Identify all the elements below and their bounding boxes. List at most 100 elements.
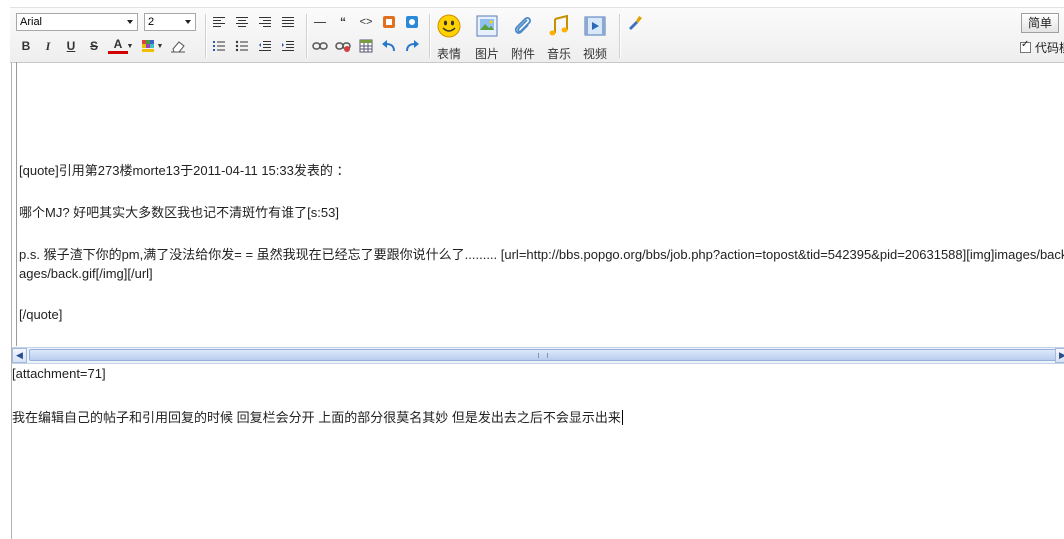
image-button[interactable]: 图片 [469,14,505,61]
image-label: 图片 [474,47,499,61]
video-button[interactable]: 视频 [577,14,613,61]
settings-button[interactable] [625,13,645,31]
align-center-button[interactable] [232,13,252,31]
editor-toolbar: Arial 2 B I U S A ▼ ▼ “ <> 表情 图片 附件 音乐 视… [10,7,1064,63]
chevron-down-icon [185,20,191,24]
link-button[interactable] [310,37,330,55]
unordered-list-button[interactable] [232,37,252,55]
bg-color-icon [142,40,154,52]
image-icon [476,15,498,37]
chevron-down-icon: ▼ [156,42,164,50]
table-icon [359,39,373,53]
sell-button[interactable] [379,13,399,31]
message-text: 我在编辑自己的帖子和引用回复的时候 回复栏会分开 上面的部分很莫名其妙 但是发出… [12,410,621,425]
simple-mode-label: 简单 [1027,16,1052,30]
code-button[interactable]: <> [356,13,376,31]
strikethrough-icon: S [89,39,98,53]
italic-button[interactable]: I [38,37,58,55]
redo-button[interactable] [402,37,422,55]
message-line[interactable]: 我在编辑自己的帖子和引用回复的时候 回复栏会分开 上面的部分很莫名其妙 但是发出… [12,407,623,426]
music-icon [549,14,568,36]
paperclip-icon [514,17,531,34]
link-icon [312,42,328,50]
scroll-right-button[interactable]: ▶ [1055,348,1064,363]
music-label: 音乐 [546,47,571,61]
italic-icon: I [45,38,51,53]
align-right-button[interactable] [255,13,275,31]
bold-icon: B [21,39,31,53]
bg-color-button[interactable] [138,37,158,55]
video-icon [584,16,606,36]
ordered-list-button[interactable] [209,37,229,55]
quote-ps-line: p.s. 猴子渣下你的pm,满了没法给你发= = 虽然我现在已经忘了要跟你说什么… [19,247,1064,262]
font-color-button[interactable]: A [108,37,128,54]
undo-icon [382,40,395,52]
strikethrough-button[interactable]: S [84,37,104,55]
font-size-value: 2 [148,16,155,28]
quote-icon: “ [340,15,346,29]
font-size-select[interactable]: 2 [144,13,196,31]
table-button[interactable] [356,37,376,55]
bold-button[interactable]: B [16,37,36,55]
chevron-left-icon: ◀ [16,350,23,360]
bg-color-dropdown[interactable]: ▼ [156,37,164,55]
unlink-icon [335,42,351,52]
quote-text-line: 哪个MJ? 好吧其实大多数区我也记不清斑竹有谁了[s:53] [19,205,339,220]
hide-button[interactable] [402,13,422,31]
music-button[interactable]: 音乐 [541,14,577,61]
underline-icon: U [66,39,76,53]
eraser-icon [171,41,185,53]
eraser-button[interactable] [168,37,188,55]
outdent-icon [259,41,271,51]
toolbar-separator [306,14,308,58]
scroll-grip-icon [538,353,548,358]
unlink-button[interactable] [333,37,353,55]
paint-brush-icon [629,16,642,30]
horizontal-scrollbar[interactable]: ◀ ▶ [12,347,1064,364]
scroll-left-button[interactable]: ◀ [12,348,27,363]
hide-icon [406,16,418,28]
quote-ps-wrapped: ages/back.gif[/img][/url] [19,266,153,281]
quote-open-line: [quote]引用第273楼morte13于2011-04-11 15:33发表… [19,163,350,178]
redo-icon [406,40,419,52]
horizontal-rule-button[interactable] [310,13,330,31]
code-mode-label: 代码模式 [1035,41,1064,55]
toolbar-separator [619,14,621,58]
code-mode-checkbox[interactable]: 代码模式 [1020,39,1064,56]
align-right-icon [259,17,271,27]
quote-button[interactable]: “ [333,13,353,31]
quote-close-line: [/quote] [19,307,63,322]
font-color-icon: A [113,37,123,51]
font-color-dropdown[interactable]: ▼ [126,37,134,55]
code-icon: <> [359,16,373,28]
outdent-button[interactable] [255,37,275,55]
toolbar-separator [205,14,207,58]
indent-icon [282,41,294,51]
emoticon-button[interactable]: 表情 [431,14,467,61]
video-label: 视频 [582,47,607,61]
chevron-down-icon: ▼ [126,42,134,50]
chevron-down-icon [127,20,133,24]
align-justify-icon [282,17,294,27]
undo-button[interactable] [379,37,399,55]
align-left-button[interactable] [209,13,229,31]
align-left-icon [213,17,225,27]
attach-button[interactable]: 附件 [505,14,541,61]
underline-button[interactable]: U [61,37,81,55]
simple-mode-button[interactable]: 简单 [1021,13,1059,33]
checkbox-checked-icon [1020,39,1031,53]
smiley-icon [437,14,461,38]
attachment-line[interactable]: [attachment=71] [12,366,106,381]
quote-editor-area[interactable]: [quote]引用第273楼morte13于2011-04-11 15:33发表… [10,62,1064,346]
align-center-icon [236,17,248,27]
font-family-value: Arial [20,16,43,28]
scrollbar-thumb[interactable] [29,349,1059,361]
indent-button[interactable] [278,37,298,55]
horizontal-rule-icon [314,21,326,23]
font-family-select[interactable]: Arial [16,13,138,31]
attach-label: 附件 [510,47,535,61]
align-justify-button[interactable] [278,13,298,31]
sell-icon [383,16,395,28]
chevron-right-icon: ▶ [1059,350,1064,360]
ordered-list-icon [213,41,225,51]
